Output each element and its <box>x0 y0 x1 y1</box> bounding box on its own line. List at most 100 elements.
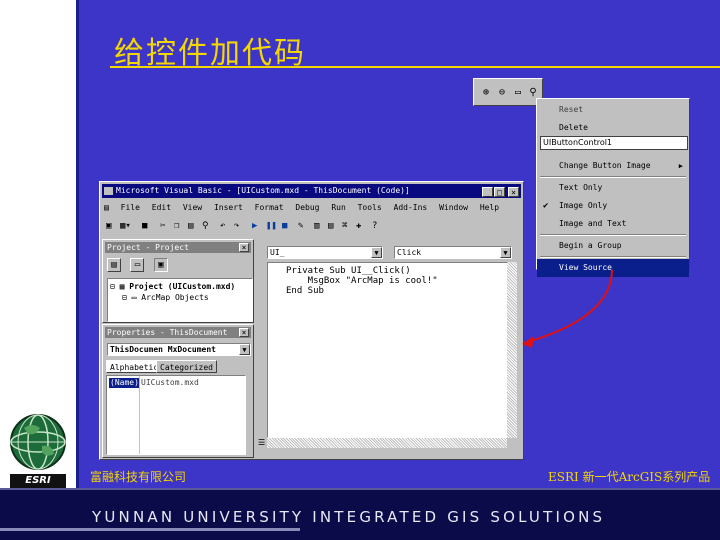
menu-item-image-only[interactable]: ✔ Image Only <box>537 197 689 215</box>
submenu-arrow-icon: ▶ <box>678 162 683 170</box>
help-icon[interactable]: ? <box>372 221 377 231</box>
vb-app-icon <box>104 187 113 195</box>
menu-separator <box>540 256 686 258</box>
menu-item-image-and-text[interactable]: Image and Text <box>537 215 689 233</box>
menu-insert[interactable]: Insert <box>214 203 243 212</box>
chevron-down-icon[interactable]: ▼ <box>371 247 382 258</box>
button-name-field[interactable]: UIButtonControl1 <box>540 136 688 150</box>
vb-title-bar[interactable]: Microsoft Visual Basic - [UICustom.mxd -… <box>102 184 521 198</box>
menu-separator <box>540 234 686 236</box>
properties-window-icon[interactable]: ▤ <box>328 221 333 231</box>
procedure-combo-value: Click <box>397 248 422 257</box>
tree-node-arcmap-objects[interactable]: ⊟ ▭ ArcMap Objects <box>122 293 209 303</box>
chevron-down-icon[interactable]: ▼ <box>500 247 511 258</box>
menu-item-label: Reset <box>559 105 584 114</box>
insert-module-icon[interactable]: ▦▾ <box>120 221 131 231</box>
menu-item-label: View Source <box>559 263 612 272</box>
object-selector-value: ThisDocumen MxDocument <box>110 345 216 354</box>
menu-item-label: Image Only <box>559 201 608 210</box>
design-mode-icon[interactable]: ✎ <box>298 221 303 231</box>
redo-icon[interactable]: ↷ <box>234 221 239 231</box>
zoom-in-icon[interactable]: ⊕ <box>480 87 492 99</box>
menu-window[interactable]: Window <box>439 203 468 212</box>
company-name: 富融科技有限公司 <box>90 470 187 484</box>
menu-item-label: Begin a Group <box>559 241 622 250</box>
menu-run[interactable]: Run <box>331 203 345 212</box>
break-icon[interactable]: ❚❚ <box>266 221 277 231</box>
toggle-folders-icon[interactable]: ▣ <box>153 258 168 272</box>
paste-icon[interactable]: ▤ <box>188 221 193 231</box>
code-horizontal-scrollbar[interactable] <box>267 438 507 448</box>
menu-help[interactable]: Help <box>480 203 499 212</box>
procedure-combo[interactable]: Click ▼ <box>394 246 512 259</box>
project-pane-title-text: Project - Project <box>107 243 189 252</box>
menu-item-delete[interactable]: Delete <box>537 119 689 137</box>
menu-item-text-only[interactable]: Text Only <box>537 179 689 197</box>
menu-format[interactable]: Format <box>255 203 284 212</box>
esri-logo-text: ESRI <box>10 474 66 488</box>
vb-toolbar: ▣ ▦▾ ■ ✂ ❐ ▤ ⚲ ↶ ↷ ▶ ❚❚ ■ ✎ ▥ ▤ ⌘ ✚ ? <box>102 217 521 239</box>
object-combo[interactable]: UI_ ▼ <box>267 246 383 259</box>
project-pane-toolbar: ▤ ▭ ▣ <box>107 258 168 272</box>
tree-node-label: ArcMap Objects <box>141 293 209 302</box>
tab-categorized[interactable]: Categorized <box>156 360 217 373</box>
menu-item-label: Text Only <box>559 183 603 192</box>
view-object-icon[interactable]: ▭ <box>130 258 145 272</box>
code-editor[interactable]: Private Sub UI__Click() MsgBox "ArcMap i… <box>267 262 513 438</box>
context-menu: Reset Delete Change Button Image ▶ Text O… <box>536 98 690 277</box>
toolbox-icon[interactable]: ✚ <box>356 221 361 231</box>
menu-item-change-button-image[interactable]: Change Button Image ▶ <box>537 157 689 175</box>
undo-icon[interactable]: ↶ <box>220 221 225 231</box>
menu-item-begin-group[interactable]: Begin a Group <box>537 237 689 255</box>
object-combo-value: UI_ <box>270 248 285 257</box>
save-icon[interactable]: ■ <box>142 221 147 231</box>
menu-edit[interactable]: Edit <box>152 203 171 212</box>
close-icon[interactable]: × <box>239 243 249 252</box>
view-code-icon[interactable]: ▤ <box>107 258 121 272</box>
run-icon[interactable]: ▶ <box>252 221 257 231</box>
property-name-cell[interactable]: (Name) <box>109 378 139 388</box>
find-icon[interactable]: ⚲ <box>202 221 209 231</box>
project-pane-title: Project - Project × <box>105 242 251 253</box>
minimize-icon[interactable]: _ <box>482 187 493 197</box>
close-icon[interactable]: × <box>239 328 249 337</box>
menu-add-ins[interactable]: Add-Ins <box>394 203 428 212</box>
project-tree: ⊟ ▦ Project (UICustom.mxd) ⊟ ▭ ArcMap Ob… <box>107 278 253 322</box>
menu-debug[interactable]: Debug <box>295 203 319 212</box>
vb-menu-icon[interactable]: ▤ <box>104 203 109 212</box>
copy-icon[interactable]: ❐ <box>174 221 179 231</box>
product-line: ESRI 新一代ArcGIS系列产品 <box>548 470 711 484</box>
full-extent-icon[interactable]: ▭ <box>512 87 524 99</box>
reset-icon[interactable]: ■ <box>282 221 287 231</box>
menu-view[interactable]: View <box>183 203 202 212</box>
maximize-icon[interactable]: □ <box>494 187 505 197</box>
project-explorer-icon[interactable]: ▥ <box>314 221 319 231</box>
close-icon[interactable]: × <box>508 187 519 197</box>
properties-pane-title: Properties - ThisDocument × <box>105 327 251 338</box>
left-divider <box>76 0 79 488</box>
menu-item-view-source[interactable]: View Source <box>537 259 689 277</box>
zoom-out-icon[interactable]: ⊖ <box>496 87 508 99</box>
chevron-down-icon[interactable]: ▼ <box>239 344 250 355</box>
menu-file[interactable]: File <box>121 203 140 212</box>
project-pane: Project - Project × ▤ ▭ ▣ ⊟ ▦ Project (U… <box>102 239 254 323</box>
code-line: End Sub <box>286 286 324 296</box>
title-underline <box>110 66 720 68</box>
properties-grid: (Name) UICustom.mxd <box>106 375 246 455</box>
banner-accent-line <box>0 528 300 531</box>
procedure-view-icon[interactable]: ☰ <box>258 438 265 447</box>
object-selector[interactable]: ThisDocumen MxDocument ▼ <box>107 343 251 356</box>
menu-separator <box>540 176 686 178</box>
tab-alphabetic[interactable]: Alphabetic <box>106 360 163 373</box>
view-object-icon[interactable]: ▣ <box>106 221 111 231</box>
property-value-cell[interactable]: UICustom.mxd <box>141 378 199 388</box>
properties-pane-title-text: Properties - ThisDocument <box>107 328 228 337</box>
code-vertical-scrollbar[interactable] <box>507 262 517 438</box>
object-browser-icon[interactable]: ⌘ <box>342 221 347 231</box>
menu-tools[interactable]: Tools <box>358 203 382 212</box>
cut-icon[interactable]: ✂ <box>160 221 165 231</box>
tree-node-project[interactable]: ⊟ ▦ Project (UICustom.mxd) <box>110 282 235 292</box>
menu-item-reset[interactable]: Reset <box>537 101 689 119</box>
grid-divider <box>139 376 140 454</box>
code-line: MsgBox "ArcMap is cool!" <box>286 276 438 286</box>
